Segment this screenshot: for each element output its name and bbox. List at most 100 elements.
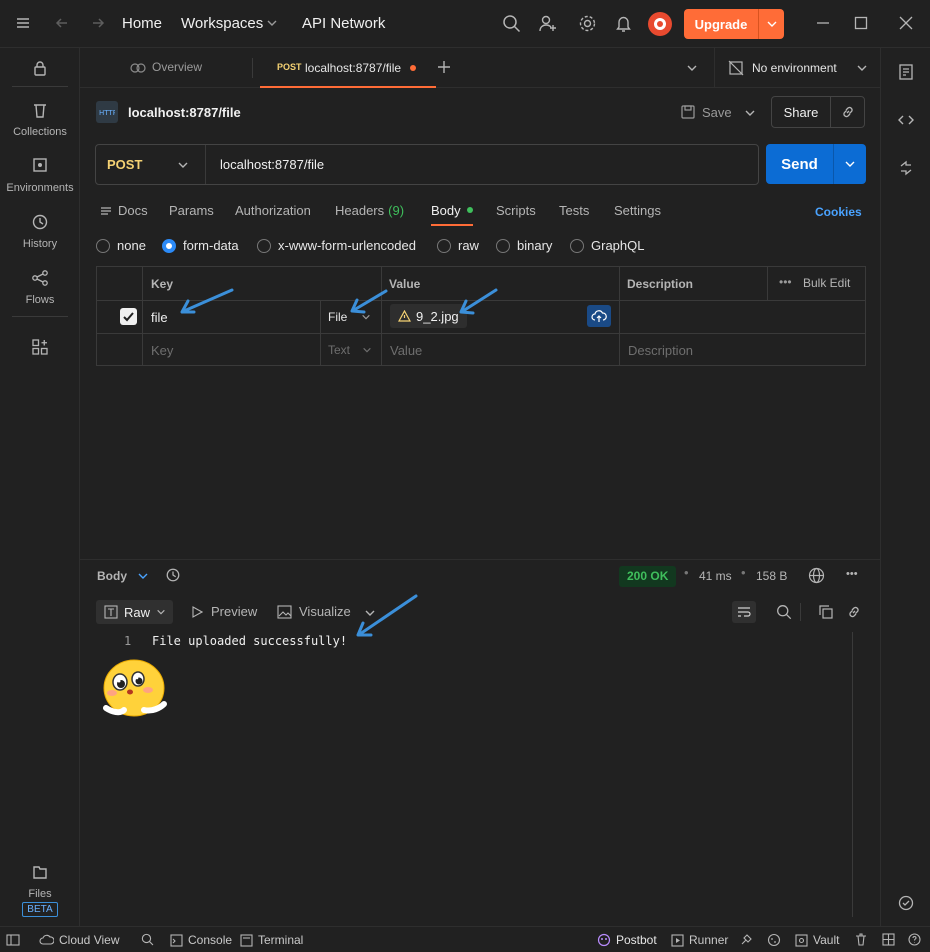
sidebar-item-flows[interactable]: Flows [0, 268, 80, 306]
placeholder-value[interactable]: Value [390, 343, 422, 358]
tab-request-file[interactable]: POST localhost:8787/file [260, 48, 436, 88]
response-size[interactable]: 158 B [756, 569, 787, 583]
scrollbar-track[interactable] [852, 632, 853, 917]
avatar[interactable] [648, 12, 672, 36]
preview-button[interactable]: Preview [191, 604, 257, 619]
nav-api-network[interactable]: API Network [302, 15, 385, 32]
chevron-down-icon [137, 570, 149, 582]
vault-button[interactable]: Vault [795, 933, 839, 947]
chevron-down-icon[interactable] [759, 18, 784, 30]
cookies-icon[interactable] [767, 933, 781, 947]
capture-requests-icon[interactable] [740, 933, 753, 946]
gear-icon[interactable] [578, 14, 597, 33]
environment-selector[interactable]: No environment [728, 60, 868, 76]
url-input[interactable]: localhost:8787/file [220, 157, 324, 172]
forward-arrow-icon[interactable] [89, 14, 107, 32]
upgrade-button[interactable]: Upgrade [684, 9, 784, 39]
file-name: 9_2.jpg [416, 308, 459, 324]
vault-label: Vault [813, 933, 840, 947]
response-body-selector[interactable]: Body [97, 569, 149, 583]
console-button[interactable]: Console [170, 933, 232, 947]
code-icon[interactable] [897, 111, 915, 129]
body-mode-raw[interactable]: raw [437, 238, 479, 253]
more-options-icon[interactable]: ••• [846, 568, 858, 580]
bell-icon[interactable] [614, 14, 633, 33]
visualize-label: Visualize [299, 604, 351, 619]
help-assistant-icon[interactable] [897, 894, 915, 912]
send-button[interactable]: Send [766, 156, 833, 173]
status-badge[interactable]: 200 OK [619, 566, 677, 587]
cookies-link[interactable]: Cookies [815, 205, 862, 219]
tab-tests[interactable]: Tests [559, 203, 589, 218]
trash-icon[interactable] [855, 933, 867, 946]
lock-icon[interactable] [31, 59, 49, 77]
tab-scripts[interactable]: Scripts [496, 203, 536, 218]
bulk-edit-button[interactable]: Bulk Edit [803, 276, 850, 290]
postbot-button[interactable]: Postbot [597, 933, 657, 947]
request-title[interactable]: localhost:8787/file [128, 105, 241, 120]
search-icon[interactable] [776, 604, 792, 620]
save-button[interactable]: Save [680, 104, 732, 120]
chevron-down-icon[interactable] [686, 62, 698, 74]
placeholder-type-selector[interactable]: Text [328, 343, 372, 357]
share-button[interactable]: Share [772, 105, 830, 120]
runner-button[interactable]: Runner [671, 933, 728, 947]
placeholder-description[interactable]: Description [628, 343, 693, 358]
response-time[interactable]: 41 ms [699, 569, 732, 583]
method-selector[interactable]: POST [96, 145, 206, 184]
chevron-down-icon[interactable] [834, 158, 866, 170]
response-line[interactable]: File uploaded successfully! [152, 634, 347, 648]
body-mode-none[interactable]: none [96, 238, 146, 253]
add-widget-icon[interactable] [31, 338, 49, 356]
tab-settings[interactable]: Settings [614, 203, 661, 218]
back-arrow-icon[interactable] [53, 14, 71, 32]
minimize-icon[interactable] [815, 15, 831, 31]
search-icon[interactable] [502, 14, 521, 33]
invite-user-icon[interactable] [538, 14, 557, 33]
link-icon[interactable] [831, 104, 864, 120]
row-key[interactable]: file [151, 310, 168, 325]
maximize-icon[interactable] [853, 15, 869, 31]
two-pane-icon[interactable] [882, 933, 895, 946]
tab-params[interactable]: Params [169, 203, 214, 218]
help-icon[interactable] [908, 933, 921, 946]
row-enabled-checkbox[interactable] [120, 308, 137, 325]
globe-icon[interactable] [808, 567, 825, 584]
body-mode-urlencoded[interactable]: x-www-form-urlencoded [257, 238, 416, 253]
toggle-sidebar-icon[interactable] [6, 933, 20, 947]
tab-body[interactable]: Body [431, 203, 473, 226]
tab-authorization[interactable]: Authorization [235, 203, 311, 218]
related-collections-icon[interactable] [897, 159, 915, 177]
link-icon[interactable] [846, 604, 862, 620]
tab-headers[interactable]: Headers (9) [335, 203, 404, 218]
documentation-icon[interactable] [897, 63, 915, 81]
sidebar-item-history[interactable]: History [0, 212, 80, 250]
body-mode-binary[interactable]: binary [496, 238, 552, 253]
search-icon[interactable] [141, 933, 154, 946]
sidebar-item-files[interactable]: Files BETA [0, 862, 80, 917]
tab-overview[interactable]: Overview [130, 60, 202, 74]
nav-workspaces[interactable]: Workspaces [181, 15, 263, 32]
plus-icon[interactable] [436, 59, 452, 75]
body-mode-form-data[interactable]: form-data [162, 238, 239, 253]
terminal-button[interactable]: Terminal [240, 933, 303, 947]
body-mode-graphql[interactable]: GraphQL [570, 238, 644, 253]
tab-docs[interactable]: Docs [100, 203, 148, 218]
cloud-view-button[interactable]: Cloud View [39, 933, 119, 947]
chevron-down-icon[interactable] [744, 107, 756, 119]
visualize-button[interactable]: Visualize [277, 604, 351, 619]
more-options-icon[interactable]: ••• [779, 275, 792, 289]
pane-divider[interactable] [80, 559, 880, 560]
placeholder-key[interactable]: Key [151, 343, 173, 358]
history-icon[interactable] [165, 567, 181, 583]
raw-format-button[interactable]: Raw [96, 600, 173, 624]
chevron-down-icon[interactable] [266, 17, 278, 29]
sidebar-item-collections[interactable]: Collections [0, 100, 80, 138]
close-icon[interactable] [898, 15, 914, 31]
menu-icon[interactable] [14, 14, 32, 32]
sidebar-item-environments[interactable]: Environments [0, 156, 80, 194]
upload-cloud-icon[interactable] [587, 305, 611, 327]
wrap-lines-icon[interactable] [732, 601, 756, 623]
copy-icon[interactable] [818, 604, 834, 620]
nav-home[interactable]: Home [122, 15, 162, 32]
